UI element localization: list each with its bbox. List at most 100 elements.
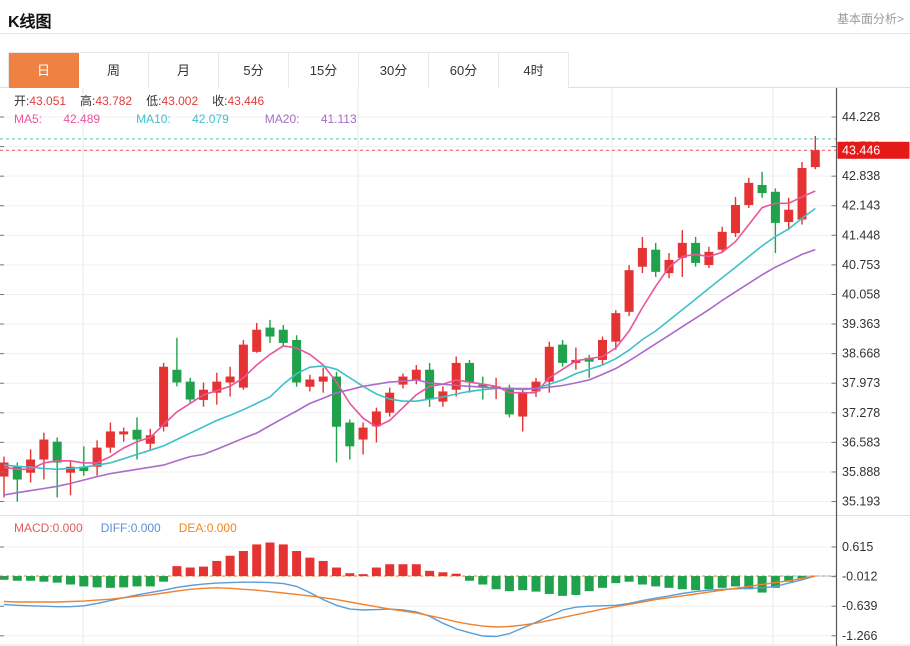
axis-tick-label: 37.973: [842, 376, 880, 390]
macd-bar: [438, 572, 447, 576]
macd-bar: [465, 576, 474, 581]
macd-bar: [146, 576, 155, 586]
ma5-legend: MA5: 42.489: [14, 112, 118, 126]
macd-bar: [252, 544, 261, 576]
macd-histogram: [0, 543, 807, 596]
macd-bar: [691, 576, 700, 590]
ma20-legend: MA20: 41.113: [265, 112, 375, 126]
candle-body: [465, 363, 474, 383]
macd-bar: [585, 576, 594, 591]
candle-body: [172, 370, 181, 383]
candle-body: [704, 252, 713, 265]
macd-bar: [345, 573, 354, 576]
macd-bar: [478, 576, 487, 584]
candle-body: [319, 377, 328, 382]
macd-bar: [611, 576, 620, 583]
candle-body: [106, 431, 115, 447]
high-label: 高:: [80, 94, 95, 108]
macd-bar: [718, 576, 727, 588]
axis-tick-label: 37.278: [842, 406, 880, 420]
candle-body: [26, 460, 35, 473]
macd-bar: [66, 576, 75, 584]
macd-bar: [292, 551, 301, 576]
candle-body: [651, 250, 660, 272]
axis-tick-label: 39.363: [842, 317, 880, 331]
candle-body: [345, 423, 354, 447]
kline-page: K线图 基本面分析> 日周月5分15分30分60分4时 44.22843.533…: [0, 0, 910, 646]
macd-bar: [239, 551, 248, 576]
low-value: 43.002: [161, 94, 198, 108]
macd-bar: [545, 576, 554, 594]
macd-bar: [651, 576, 660, 586]
macd-legend: MACD:0.000DIFF:0.000DEA:0.000: [14, 521, 255, 535]
axis-tick-label: 42.143: [842, 199, 880, 213]
candle-body: [798, 168, 807, 219]
macd-bar: [385, 564, 394, 576]
macd-bar: [492, 576, 501, 589]
macd-bar: [199, 567, 208, 576]
close-value: 43.446: [227, 94, 264, 108]
open-value: 43.051: [29, 94, 66, 108]
macd-bar: [332, 568, 341, 576]
macd-bar: [305, 558, 314, 576]
candle-body: [186, 382, 195, 400]
axis-tick-label: 38.668: [842, 347, 880, 361]
macd-bar: [159, 576, 168, 582]
axis-tick-label: 35.888: [842, 465, 880, 479]
macd-bar: [93, 576, 102, 587]
candle-body: [625, 270, 634, 312]
candle-body: [305, 380, 314, 387]
candle-body: [279, 330, 288, 343]
candle-body: [558, 345, 567, 363]
macd-bar: [266, 543, 275, 577]
candle-body: [718, 232, 727, 250]
candle-body: [784, 210, 793, 222]
macd-bar: [106, 576, 115, 588]
macd-bar: [226, 556, 235, 576]
candle-body: [611, 313, 620, 342]
macd-bar: [558, 576, 567, 596]
candle-body: [226, 377, 235, 383]
macd-bar: [452, 574, 461, 576]
candle-body: [239, 345, 248, 388]
axis-tick-label: 36.583: [842, 435, 880, 449]
macd-bar: [359, 574, 368, 576]
macd-bar: [399, 564, 408, 576]
macd-bar: [678, 576, 687, 589]
macd-bar: [532, 576, 541, 592]
low-label: 低:: [146, 94, 161, 108]
candle-body: [133, 430, 142, 440]
candle-body: [53, 442, 62, 463]
axis-tick-label: 42.838: [842, 169, 880, 183]
candle-body: [332, 377, 341, 427]
ma10-legend: MA10: 42.079: [136, 112, 247, 126]
macd-bar: [638, 576, 647, 584]
axis-tick-label: 44.228: [842, 110, 880, 124]
current-price-label: 43.446: [842, 143, 880, 157]
macd-bar: [212, 561, 221, 576]
macd-bar: [505, 576, 514, 591]
candle-body: [359, 428, 368, 440]
macd-bar: [704, 576, 713, 589]
macd-bar: [172, 566, 181, 576]
candle-body: [425, 370, 434, 400]
axis-tick-label: 0.615: [842, 540, 873, 554]
macd-bar: [133, 576, 142, 586]
axis-tick-label: 41.448: [842, 228, 880, 242]
candles-group[interactable]: [0, 136, 820, 502]
macd-bar: [186, 568, 195, 576]
candle-body: [39, 440, 48, 460]
candle-body: [744, 183, 753, 205]
candle-body: [638, 248, 647, 267]
candle-body: [518, 393, 527, 417]
candle-body: [119, 431, 128, 434]
ma5-line: [4, 191, 815, 469]
candle-body: [385, 393, 394, 413]
open-label: 开:: [14, 94, 29, 108]
macd-bar: [319, 561, 328, 576]
macd-bar: [13, 576, 22, 581]
high-value: 43.782: [95, 94, 132, 108]
macd-bar: [39, 576, 48, 582]
macd-bar: [598, 576, 607, 588]
axis-tick-label: 40.753: [842, 258, 880, 272]
